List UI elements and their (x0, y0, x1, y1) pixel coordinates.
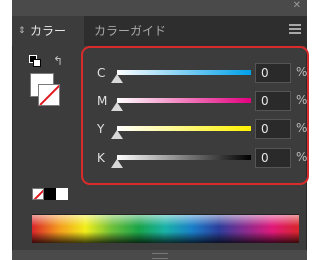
unit-magenta: % (296, 93, 308, 107)
slider-track-yellow[interactable] (117, 126, 251, 131)
white-swatch[interactable] (56, 188, 68, 200)
slider-label-magenta: M (97, 94, 108, 108)
none-swatch[interactable] (32, 188, 44, 200)
chevron-up-down-icon[interactable]: ⇕ (18, 16, 26, 46)
color-panel: ✕ ⇕ カラー カラーガイド ↰ C 0 % M 0 % Y 0 % K 0 % (12, 0, 309, 260)
slider-track-cyan[interactable] (117, 70, 251, 75)
tab-color-guide-label: カラーガイド (94, 24, 167, 38)
slider-track-black[interactable] (117, 155, 251, 160)
slider-track-magenta[interactable] (117, 98, 251, 103)
slider-label-black: K (97, 151, 105, 165)
panel-resize-bar (12, 250, 307, 260)
unit-cyan: % (296, 65, 308, 79)
resize-grip-icon[interactable] (152, 253, 168, 259)
slider-thumb-cyan[interactable] (111, 74, 123, 83)
slider-label-cyan: C (97, 66, 106, 80)
default-fill-stroke-icon[interactable] (29, 55, 41, 67)
stroke-swatch[interactable] (38, 84, 60, 106)
panel-menu-icon[interactable] (289, 24, 301, 34)
value-input-yellow[interactable]: 0 (255, 119, 291, 139)
slider-thumb-yellow[interactable] (111, 130, 123, 139)
value-input-cyan[interactable]: 0 (255, 63, 291, 83)
black-swatch[interactable] (44, 188, 56, 200)
slider-thumb-magenta[interactable] (111, 102, 123, 111)
none-slash (33, 189, 43, 199)
none-slash (39, 85, 59, 105)
unit-black: % (296, 150, 308, 164)
panel-title-strip: ✕ (12, 0, 307, 16)
close-icon[interactable]: ✕ (293, 0, 301, 11)
slider-label-yellow: Y (97, 122, 105, 136)
slider-thumb-black[interactable] (111, 159, 123, 168)
unit-yellow: % (296, 121, 308, 135)
color-spectrum-bar[interactable] (32, 214, 299, 243)
swap-fill-stroke-icon[interactable]: ↰ (53, 54, 63, 68)
tab-color-guide[interactable]: カラーガイド (94, 16, 166, 46)
tab-color-label: カラー (30, 24, 67, 38)
tab-color[interactable]: ⇕ カラー (12, 16, 84, 46)
value-input-black[interactable]: 0 (255, 148, 291, 168)
value-input-magenta[interactable]: 0 (255, 91, 291, 111)
